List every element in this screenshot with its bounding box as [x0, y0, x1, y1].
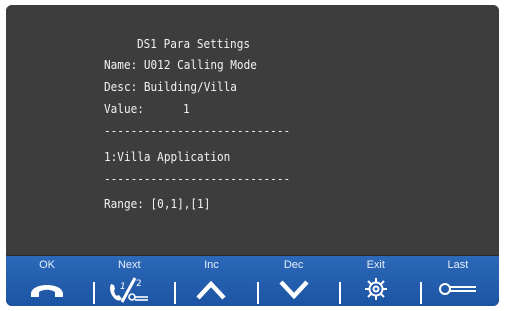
settings-screen: DS1 Para Settings Name: U012 Calling Mod…: [6, 5, 499, 255]
last-key[interactable]: Last: [417, 256, 499, 306]
chevron-down-icon: [277, 276, 311, 306]
softkey-separator: [257, 282, 259, 304]
gear-icon: [363, 276, 389, 306]
softkey-separator: [174, 282, 176, 304]
range-text: Range: [0,1],[1]: [104, 197, 211, 211]
parameter-value: 1: [183, 102, 190, 116]
inc-key-label: Inc: [204, 259, 219, 271]
option-description: 1:Villa Application: [104, 150, 231, 164]
exit-key[interactable]: Exit: [335, 256, 417, 306]
inc-key[interactable]: Inc: [170, 256, 252, 306]
exit-key-label: Exit: [366, 259, 385, 271]
intercom-device: DS1 Para Settings Name: U012 Calling Mod…: [6, 5, 499, 306]
key-icon: [436, 276, 480, 305]
phone-sequence-icon: 1 2: [106, 276, 152, 306]
next-key-label: Next: [117, 259, 141, 271]
dec-key-label: Dec: [283, 259, 304, 271]
softkey-separator: [93, 282, 95, 304]
handset-icon: [28, 276, 66, 305]
softkey-separator: [339, 282, 341, 304]
screen-title: DS1 Para Settings: [137, 37, 251, 51]
chevron-up-icon: [194, 276, 228, 306]
svg-text:1: 1: [120, 282, 126, 292]
dec-key[interactable]: Dec: [253, 256, 335, 306]
last-key-label: Last: [447, 259, 469, 271]
ok-key[interactable]: OK: [6, 256, 88, 306]
svg-text:2: 2: [136, 279, 142, 289]
ok-key-label: OK: [39, 259, 56, 271]
parameter-description: Desc: Building/Villa: [104, 80, 237, 94]
value-label: Value:: [104, 102, 144, 116]
divider-bottom: ----------------------------: [104, 172, 291, 186]
softkey-separator: [420, 282, 422, 304]
softkey-bar: OK Next 1 2 Inc Dec Exit Last: [6, 256, 499, 306]
next-key[interactable]: Next 1 2: [88, 256, 170, 306]
parameter-name: Name: U012 Calling Mode: [104, 58, 257, 72]
divider-top: ----------------------------: [104, 124, 291, 138]
